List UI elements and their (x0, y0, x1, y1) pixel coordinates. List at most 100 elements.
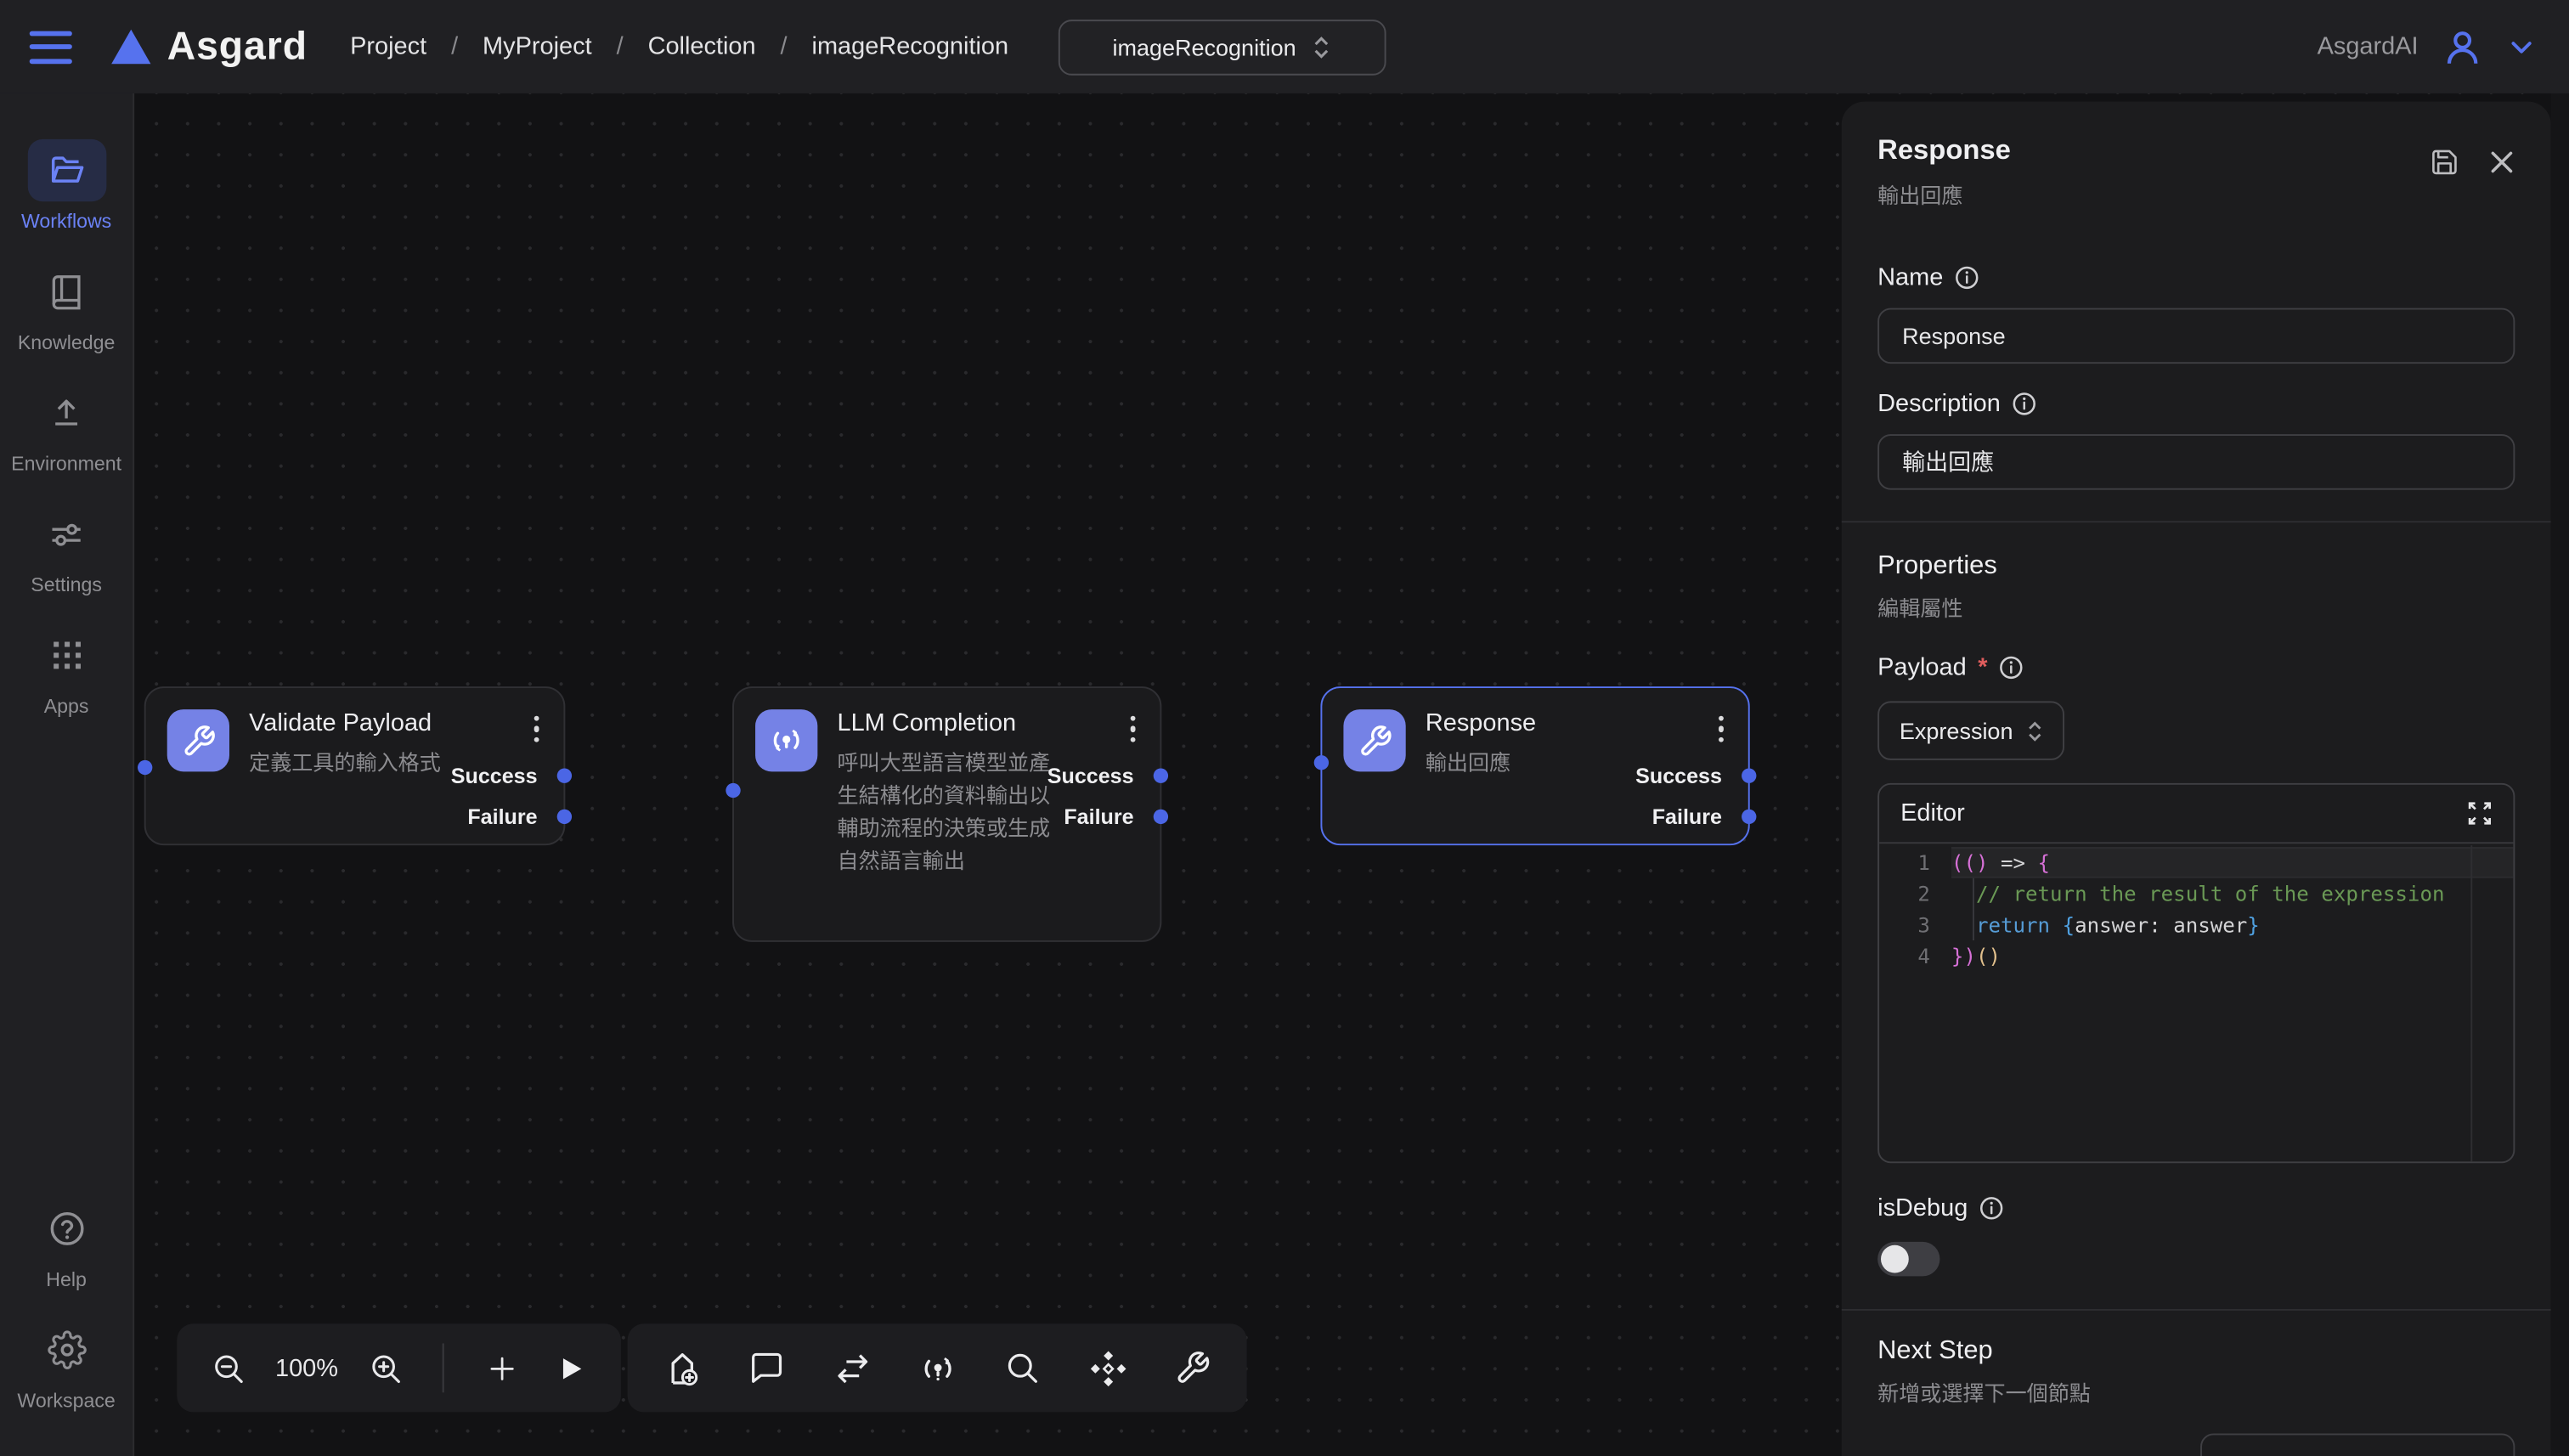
editor-title: Editor (1900, 799, 1965, 827)
line-number: 3 (1879, 909, 1951, 940)
add-button[interactable] (481, 1346, 523, 1389)
hamburger-menu-icon[interactable] (30, 31, 72, 64)
sidebar-item-workspace[interactable]: Workspace (17, 1318, 115, 1412)
brand-logo[interactable]: Asgard (111, 24, 308, 70)
node-response[interactable]: Response 輸出回應 Success Failure (1320, 686, 1749, 845)
isdebug-toggle[interactable] (1877, 1242, 1939, 1277)
zoom-in-button[interactable] (364, 1346, 407, 1389)
payload-type-value: Expression (1900, 718, 2013, 744)
port-failure[interactable] (1742, 810, 1756, 824)
required-asterisk: * (1978, 653, 1987, 681)
sidebar-item-label: Workspace (17, 1389, 115, 1412)
workflow-edges (134, 93, 626, 339)
code-editor-area[interactable]: 1(() => {2 // return the result of the e… (1879, 844, 2513, 971)
llm-bulb-icon[interactable] (916, 1346, 958, 1389)
port-success[interactable] (1154, 768, 1168, 782)
left-sidebar: Workflows Knowledge Environment (0, 93, 134, 1456)
node-llm-completion[interactable]: LLM Completion 呼叫大型語言模型並產生結構化的資料輸出以輔助流程的… (732, 686, 1161, 942)
search-icon[interactable] (1001, 1346, 1043, 1389)
port-failure[interactable] (557, 810, 572, 824)
editor-scrollbar[interactable] (2470, 845, 2472, 1161)
grid-icon (48, 637, 84, 673)
node-texts: LLM Completion 呼叫大型語言模型並產生結構化的資料輸出以輔助流程的… (837, 709, 1070, 878)
port-input[interactable] (726, 783, 740, 798)
expression-editor: Editor 1(() => {2 // retu (1877, 783, 2515, 1163)
node-menu-kebab-icon[interactable] (1126, 713, 1138, 746)
book-icon (48, 273, 85, 310)
description-input[interactable]: 輸出回應 (1877, 434, 2515, 490)
panel-scroll-gutter[interactable] (2551, 93, 2569, 1456)
breadcrumb: Project / MyProject / Collection / image… (350, 33, 1008, 61)
sidebar-item-apps[interactable]: Apps (27, 624, 106, 718)
payload-label-text: Payload (1877, 653, 1967, 681)
node-description: 呼叫大型語言模型並產生結構化的資料輸出以輔助流程的決策或生成自然語言輸出 (837, 747, 1070, 878)
workflow-selector-dropdown[interactable]: imageRecognition (1058, 19, 1386, 75)
add-target-node-label: 新增目標節點 (2304, 1452, 2442, 1456)
port-input[interactable] (138, 760, 152, 775)
add-node-icon[interactable] (660, 1346, 703, 1389)
sidebar-bottom: Help Workspace (17, 1198, 115, 1440)
code-line[interactable]: 4})() (1879, 940, 2513, 972)
move-diamonds-icon[interactable] (1087, 1346, 1129, 1389)
node-texts: Response 輸出回應 (1426, 709, 1658, 780)
close-icon[interactable] (2488, 149, 2515, 175)
code-text: (() => { (1951, 847, 2513, 878)
info-icon[interactable] (1979, 1196, 2004, 1221)
save-icon[interactable] (2430, 148, 2459, 178)
code-line[interactable]: 1(() => { (1879, 847, 2513, 878)
sidebar-item-label: Environment (11, 452, 121, 475)
name-input-value: Response (1902, 323, 2006, 349)
node-menu-kebab-icon[interactable] (1714, 713, 1726, 746)
node-validate-payload[interactable]: Validate Payload 定義工具的輸入格式 Success Failu… (144, 686, 566, 845)
panel-title: Response (1877, 134, 2011, 167)
sidebar-item-knowledge[interactable]: Knowledge (18, 261, 116, 354)
breadcrumb-item-workflow[interactable]: imageRecognition (812, 33, 1009, 61)
port-success[interactable] (557, 768, 572, 782)
port-label-failure: Failure (467, 804, 537, 829)
tools-wrench-icon[interactable] (1172, 1346, 1214, 1389)
node-menu-kebab-icon[interactable] (530, 713, 542, 746)
info-icon[interactable] (1999, 655, 2024, 680)
description-input-value: 輸出回應 (1902, 446, 1994, 479)
name-input[interactable]: Response (1877, 308, 2515, 364)
sidebar-item-label: Workflows (21, 210, 111, 233)
sidebar-item-label: Knowledge (18, 331, 116, 354)
breadcrumb-item-collection[interactable]: Collection (648, 33, 756, 61)
next-step-title: Next Step (1877, 1337, 2515, 1367)
port-failure[interactable] (1154, 810, 1168, 824)
name-label-text: Name (1877, 263, 1943, 291)
sidebar-item-environment[interactable]: Environment (11, 381, 121, 475)
port-input[interactable] (1314, 755, 1329, 770)
sidebar-item-label: Settings (31, 573, 102, 596)
sidebar-item-workflows[interactable]: Workflows (21, 139, 111, 233)
user-avatar-icon[interactable] (2442, 25, 2484, 68)
run-button[interactable] (550, 1346, 592, 1389)
breadcrumb-item-project[interactable]: Project (350, 33, 426, 61)
swap-arrows-icon[interactable] (831, 1346, 873, 1389)
code-line[interactable]: 3 return {answer: answer} (1879, 909, 2513, 940)
upload-icon (48, 394, 85, 432)
sidebar-item-help[interactable]: Help (27, 1198, 106, 1291)
expand-icon[interactable] (2467, 801, 2492, 826)
zoom-level: 100% (275, 1354, 338, 1382)
comment-icon[interactable] (745, 1346, 788, 1389)
info-icon[interactable] (2012, 392, 2036, 416)
name-field-label: Name (1877, 263, 2515, 291)
breadcrumb-item-myproject[interactable]: MyProject (483, 33, 592, 61)
code-text: return {answer: answer} (1951, 909, 2513, 940)
add-target-node-button[interactable]: + 新增目標節點 (2200, 1433, 2515, 1456)
code-line[interactable]: 2 // return the result of the expression (1879, 878, 2513, 910)
properties-section-subtitle: 編輯屬性 (1877, 591, 2515, 623)
port-success[interactable] (1742, 768, 1756, 782)
zoom-out-button[interactable] (206, 1346, 249, 1389)
navbar-right: AsgardAI (2318, 25, 2537, 68)
toolbar-divider (443, 1343, 444, 1392)
chevron-down-icon[interactable] (2507, 32, 2537, 62)
payload-type-dropdown[interactable]: Expression (1877, 701, 2064, 759)
gear-icon (47, 1330, 86, 1369)
code-text: })() (1951, 940, 2513, 972)
info-icon[interactable] (1955, 265, 1979, 290)
sidebar-item-settings[interactable]: Settings (27, 503, 106, 596)
node-tools-toolbar (628, 1323, 1247, 1412)
panel-divider (1842, 1309, 2551, 1311)
